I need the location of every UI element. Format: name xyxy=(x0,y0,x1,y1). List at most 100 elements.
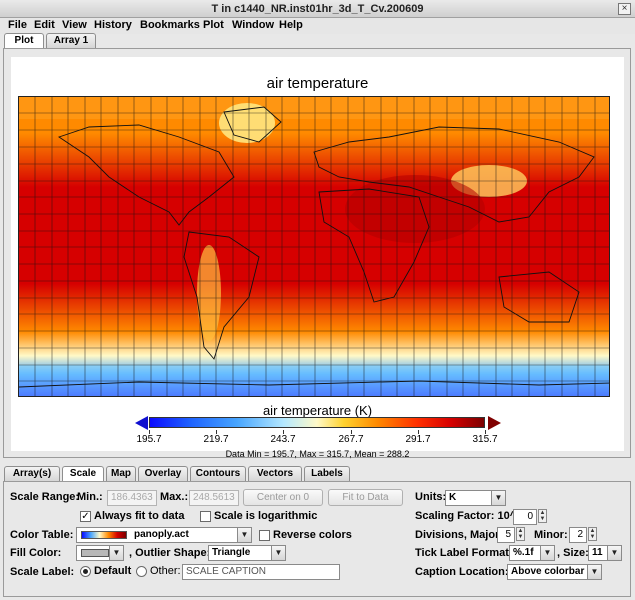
scaling-factor-input[interactable]: 0 xyxy=(513,509,537,525)
color-table-label: Color Table: xyxy=(10,529,74,541)
reverse-colors-checkbox[interactable] xyxy=(259,530,270,541)
major-divisions-stepper[interactable]: ▲ ▼ xyxy=(516,527,525,541)
colorbar-tick-label: 243.7 xyxy=(270,434,296,445)
tab-map[interactable]: Map xyxy=(106,466,136,482)
outlier-shape-select[interactable]: Triangle ▼ xyxy=(208,545,286,561)
default-radio[interactable] xyxy=(80,566,91,577)
tab-overlay[interactable]: Overlay xyxy=(138,466,188,482)
chevron-down-icon: ▼ xyxy=(491,491,505,505)
size-label: Size: xyxy=(563,547,589,559)
caption-location-label: Caption Location: xyxy=(415,566,509,578)
min-input[interactable]: 186.4363 xyxy=(107,490,157,506)
units-value: K xyxy=(449,492,457,503)
fill-color-label: Fill Color: xyxy=(10,547,62,559)
scale-range-label: Scale Range: xyxy=(10,491,80,503)
menu-view[interactable]: View xyxy=(62,19,87,31)
colorbar-tick-label: 195.7 xyxy=(136,434,162,445)
color-table-value: panoply.act xyxy=(134,529,189,540)
fill-color-select[interactable]: ▼ xyxy=(76,545,124,561)
menu-window[interactable]: Window xyxy=(232,19,274,31)
menu-help[interactable]: Help xyxy=(279,19,303,31)
title-bar: T in c1440_NR.inst01hr_3d_T_Cv.200609 × xyxy=(0,0,635,18)
min-label: Min.: xyxy=(77,491,103,503)
chevron-down-icon: ▼ xyxy=(587,565,601,579)
major-divisions-input[interactable]: 5 xyxy=(497,527,515,543)
tab-vectors[interactable]: Vectors xyxy=(248,466,302,482)
down-icon: ▼ xyxy=(539,516,546,522)
close-icon[interactable]: × xyxy=(618,3,631,15)
outlier-shape-label: , Outlier Shape: xyxy=(129,547,211,559)
minor-divisions-input[interactable]: 2 xyxy=(569,527,587,543)
color-table-swatch xyxy=(81,531,127,539)
menu-edit[interactable]: Edit xyxy=(34,19,55,31)
tick-format-select[interactable]: %.1f ▼ xyxy=(509,545,555,561)
chevron-down-icon: ▼ xyxy=(607,546,621,560)
minor-label: Minor: xyxy=(534,529,568,541)
data-stats: Data Min = 195.7, Max = 315.7, Mean = 28… xyxy=(225,449,410,459)
tab-contours[interactable]: Contours xyxy=(190,466,246,482)
outlier-shape-value: Triangle xyxy=(212,547,251,558)
size-value: 11 xyxy=(592,547,603,558)
tab-array-1[interactable]: Array 1 xyxy=(46,33,96,49)
chevron-down-icon: ▼ xyxy=(271,546,285,560)
reverse-colors-label: Reverse colors xyxy=(273,529,352,541)
scaling-factor-stepper[interactable]: ▲ ▼ xyxy=(538,509,547,523)
arctic-band xyxy=(19,97,609,119)
max-input[interactable]: 248.5613 xyxy=(189,490,239,506)
plot-title: air temperature xyxy=(266,75,369,92)
check-icon: ✓ xyxy=(81,511,90,522)
scale-caption-input[interactable]: SCALE CAPTION xyxy=(182,564,340,580)
logarithmic-label: Scale is logarithmic xyxy=(214,510,318,522)
menu-history[interactable]: History xyxy=(94,19,132,31)
tab-labels[interactable]: Labels xyxy=(304,466,350,482)
tab-arrays[interactable]: Array(s) xyxy=(4,466,60,482)
menu-file[interactable]: File xyxy=(8,19,27,31)
fit-to-data-button[interactable]: Fit to Data xyxy=(328,489,403,506)
colorbar-min-outlier-triangle xyxy=(135,416,148,430)
outlier-shape-label-text: Outlier Shape: xyxy=(135,547,211,559)
map-image xyxy=(19,97,609,396)
menu-bar: File Edit View History Bookmarks Plot Wi… xyxy=(0,18,635,34)
andes-cold xyxy=(197,245,221,341)
plot-canvas: air temperature air temperature (K) 195.… xyxy=(11,57,624,459)
other-radio[interactable] xyxy=(136,566,147,577)
colorbar-tick-label: 267.7 xyxy=(338,434,364,445)
logarithmic-checkbox[interactable] xyxy=(200,511,211,522)
caption-location-select[interactable]: Above colorbar ▼ xyxy=(507,564,602,580)
default-option-label: Default xyxy=(94,565,132,577)
scale-label-label: Scale Label: xyxy=(10,566,75,578)
menu-bookmarks[interactable]: Bookmarks xyxy=(140,19,200,31)
always-fit-label: Always fit to data xyxy=(94,510,185,522)
colorbar-gradient xyxy=(149,417,485,428)
scale-settings-panel: Scale Range: Min.: 186.4363 Max.: 248.56… xyxy=(3,481,631,597)
plot-panel: air temperature air temperature (K) 195.… xyxy=(3,48,631,459)
divisions-label: Divisions, Major: xyxy=(415,529,504,541)
scaling-factor-label: Scaling Factor: 10^ xyxy=(415,510,517,522)
other-option-label: Other: xyxy=(150,565,181,577)
window-title: T in c1440_NR.inst01hr_3d_T_Cv.200609 xyxy=(211,3,424,15)
tick-format-label: Tick Label Format: xyxy=(415,547,513,559)
chevron-down-icon: ▼ xyxy=(540,546,554,560)
colorbar-tick-label: 315.7 xyxy=(472,434,498,445)
units-select[interactable]: K ▼ xyxy=(445,490,506,506)
always-fit-checkbox[interactable]: ✓ xyxy=(80,511,91,522)
colorbar-max-outlier-triangle xyxy=(488,416,501,430)
max-label: Max.: xyxy=(160,491,189,503)
menu-plot[interactable]: Plot xyxy=(203,19,224,31)
chevron-down-icon: ▼ xyxy=(237,528,251,542)
colorbar-tick-label: 291.7 xyxy=(405,434,431,445)
colorbar-tick-label: 219.7 xyxy=(203,434,229,445)
size-select[interactable]: 11 ▼ xyxy=(588,545,622,561)
color-table-select[interactable]: panoply.act ▼ xyxy=(76,527,252,543)
down-icon: ▼ xyxy=(589,534,596,540)
tick-format-value: %.1f xyxy=(513,547,534,558)
units-label: Units: xyxy=(415,491,447,503)
minor-divisions-stepper[interactable]: ▲ ▼ xyxy=(588,527,597,541)
center-on-zero-button[interactable]: Center on 0 xyxy=(243,489,323,506)
fill-color-swatch xyxy=(81,549,109,557)
size-label-row: , Size: xyxy=(557,547,589,559)
down-icon: ▼ xyxy=(517,534,524,540)
sahara-hot xyxy=(345,175,485,243)
colorbar xyxy=(135,416,501,430)
temperature-map[interactable] xyxy=(18,96,610,397)
